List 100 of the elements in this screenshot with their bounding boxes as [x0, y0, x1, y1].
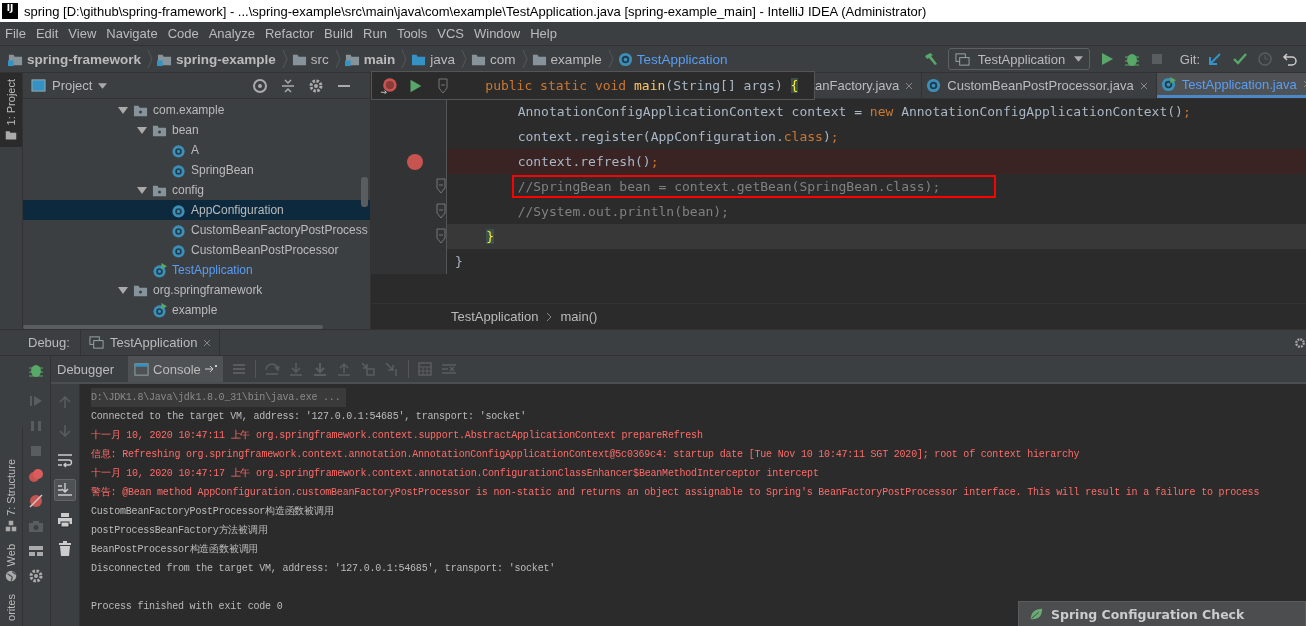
runnable-class-icon — [152, 262, 167, 278]
locate-icon[interactable] — [252, 77, 268, 94]
console-line: 信息: Refreshing org.springframework.context.annotation.AnnotationConfigApplicationContext@5c0369c4: startup date [Tue Nov 10 10:47:11 SGT 2020]; root of context hierarchy — [91, 448, 1080, 462]
tree-item[interactable]: bean — [172, 123, 199, 137]
settings-icon[interactable] — [28, 568, 44, 584]
menu-item[interactable]: Build — [319, 26, 358, 41]
collapse-icon[interactable] — [280, 77, 296, 94]
scroll-to-end-icon[interactable] — [54, 479, 76, 501]
debug-session-tab[interactable]: TestApplication — [79, 330, 221, 355]
menu-item[interactable]: File — [0, 26, 31, 41]
console-icon — [134, 361, 150, 377]
code-line: public static void main(String[] args) { — [484, 78, 799, 93]
tree-item[interactable]: AppConfiguration — [191, 203, 284, 217]
fold-marker-icon[interactable] — [438, 77, 448, 94]
clock-icon[interactable] — [1257, 51, 1273, 67]
breadcrumb-item[interactable]: com — [490, 51, 516, 67]
tool-window-tab[interactable]: orites — [0, 588, 22, 626]
debug-tab[interactable]: Debugger — [51, 356, 121, 382]
tree-item[interactable]: SpringBean — [191, 163, 254, 177]
step-into-icon[interactable] — [287, 361, 304, 377]
class-icon — [926, 78, 942, 93]
menu-item[interactable]: Help — [525, 26, 562, 41]
run-to-cursor-icon[interactable] — [383, 361, 400, 377]
expand-arrow-icon[interactable] — [118, 105, 128, 115]
breadcrumb-item[interactable]: main — [363, 51, 396, 67]
drop-frame-icon[interactable] — [359, 361, 376, 377]
settings-icon[interactable] — [308, 77, 324, 94]
check-icon[interactable] — [1232, 51, 1248, 67]
list-icon[interactable] — [230, 361, 247, 377]
close-icon[interactable] — [905, 81, 914, 90]
notification-balloon[interactable]: Spring Configuration Check — [1018, 601, 1306, 626]
breadcrumb-item[interactable]: example — [550, 51, 602, 67]
folder-icon — [5, 129, 17, 142]
console-line: 十一月 10, 2020 10:47:11 上午 org.springframework.context.support.AbstractApplicationContext prepareRefresh — [91, 429, 703, 443]
print-icon[interactable] — [55, 510, 75, 530]
tree-item[interactable]: example — [172, 303, 218, 317]
tree-item[interactable]: org.springframework — [153, 283, 263, 297]
close-icon[interactable] — [203, 338, 212, 347]
bug-icon[interactable] — [28, 362, 44, 378]
tree-item[interactable]: CustomBeanFactoryPostProcess — [191, 223, 368, 237]
close-icon[interactable] — [1139, 81, 1148, 90]
breadcrumb-item[interactable]: java — [430, 51, 456, 67]
editor-tab[interactable]: TestApplication.java — [1156, 73, 1306, 98]
breadcrumb-item[interactable]: TestApplication — [451, 309, 539, 324]
tool-window-tab[interactable]: Web — [0, 537, 22, 589]
mute-breakpoints-icon[interactable] — [28, 493, 44, 509]
fold-marker-icon[interactable] — [436, 228, 446, 244]
stop-icon[interactable] — [28, 443, 44, 459]
scrollbar-thumb[interactable] — [361, 177, 368, 207]
expand-arrow-icon[interactable] — [137, 125, 147, 135]
menu-item[interactable]: Window — [468, 26, 526, 41]
tool-window-tab[interactable]: 7: Structure — [0, 452, 22, 538]
method-breakpoint-icon[interactable] — [380, 76, 398, 95]
undo-icon[interactable] — [1282, 51, 1298, 67]
settings-icon[interactable] — [1294, 336, 1306, 349]
tree-item[interactable]: TestApplication — [172, 263, 253, 277]
trace-icon[interactable] — [440, 361, 457, 377]
run-configuration-dropdown[interactable]: TestApplication — [947, 48, 1090, 70]
editor-tab[interactable]: CustomBeanPostProcessor.java — [922, 73, 1157, 98]
pause-icon[interactable] — [28, 418, 44, 434]
tree-item[interactable]: config — [172, 183, 205, 197]
expand-arrow-icon[interactable] — [118, 285, 128, 295]
debug-tab[interactable]: Console — [128, 356, 223, 382]
bug-icon[interactable] — [1123, 51, 1140, 67]
fold-marker-icon[interactable] — [436, 203, 446, 219]
camera-icon[interactable] — [28, 518, 44, 534]
breakpoints-icon[interactable] — [28, 468, 44, 484]
menu-item[interactable]: Refactor — [259, 26, 320, 41]
menu-item[interactable]: VCS — [432, 26, 469, 41]
hammer-icon[interactable] — [922, 51, 939, 67]
arrow-icon[interactable] — [1207, 51, 1223, 67]
menu-item[interactable]: Analyze — [203, 26, 260, 41]
menu-item[interactable]: Navigate — [101, 26, 163, 41]
menu-item[interactable]: Code — [162, 26, 204, 41]
resume-icon[interactable] — [28, 393, 44, 409]
breakpoint-icon[interactable] — [407, 154, 423, 170]
project-view-dropdown[interactable]: Project — [31, 78, 108, 93]
pin-icon[interactable] — [204, 365, 217, 373]
force-step-into-icon[interactable] — [311, 361, 328, 377]
breadcrumb-item[interactable]: spring-framework — [27, 51, 142, 67]
menu-item[interactable]: Tools — [391, 26, 433, 41]
fold-marker-icon[interactable] — [436, 178, 446, 194]
menu-item[interactable]: Run — [358, 26, 392, 41]
breadcrumb-item[interactable]: spring-example — [176, 51, 276, 67]
class-icon — [171, 142, 186, 158]
menu-item[interactable]: View — [63, 26, 102, 41]
layout-icon[interactable] — [28, 543, 44, 559]
breadcrumb-item[interactable]: src — [310, 51, 329, 67]
runnable-class-icon — [1160, 76, 1176, 92]
tree-item[interactable]: A — [191, 143, 199, 157]
globe-icon — [5, 570, 17, 583]
tree-item[interactable]: com.example — [153, 103, 225, 117]
tool-window-tab[interactable]: 1: Project — [0, 73, 22, 148]
menu-item[interactable]: Edit — [30, 26, 64, 41]
expand-arrow-icon[interactable] — [137, 185, 147, 195]
breadcrumb-item[interactable]: TestApplication — [636, 51, 728, 67]
tree-item[interactable]: CustomBeanPostProcessor — [191, 243, 339, 257]
step-out-icon[interactable] — [335, 361, 352, 377]
breadcrumb-item[interactable]: main() — [560, 309, 598, 324]
step-over-icon[interactable] — [263, 361, 280, 377]
